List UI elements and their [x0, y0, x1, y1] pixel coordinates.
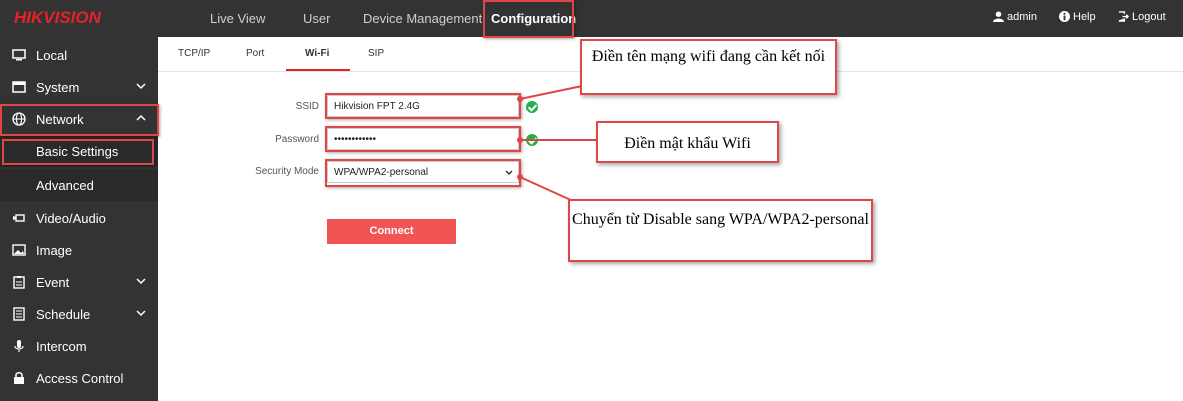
- ssid-callout: Điền tên mạng wifi đang cần kết nối: [580, 39, 837, 95]
- security-mode-callout: Chuyển từ Disable sang WPA/WPA2-personal: [568, 199, 873, 262]
- ssid-connector-line: [519, 85, 583, 100]
- security-connector-dot: [517, 174, 523, 180]
- ssid-connector-dot: [517, 96, 523, 102]
- password-connector-dot: [517, 137, 523, 143]
- password-callout: Điền mật khẩu Wifi: [596, 121, 779, 163]
